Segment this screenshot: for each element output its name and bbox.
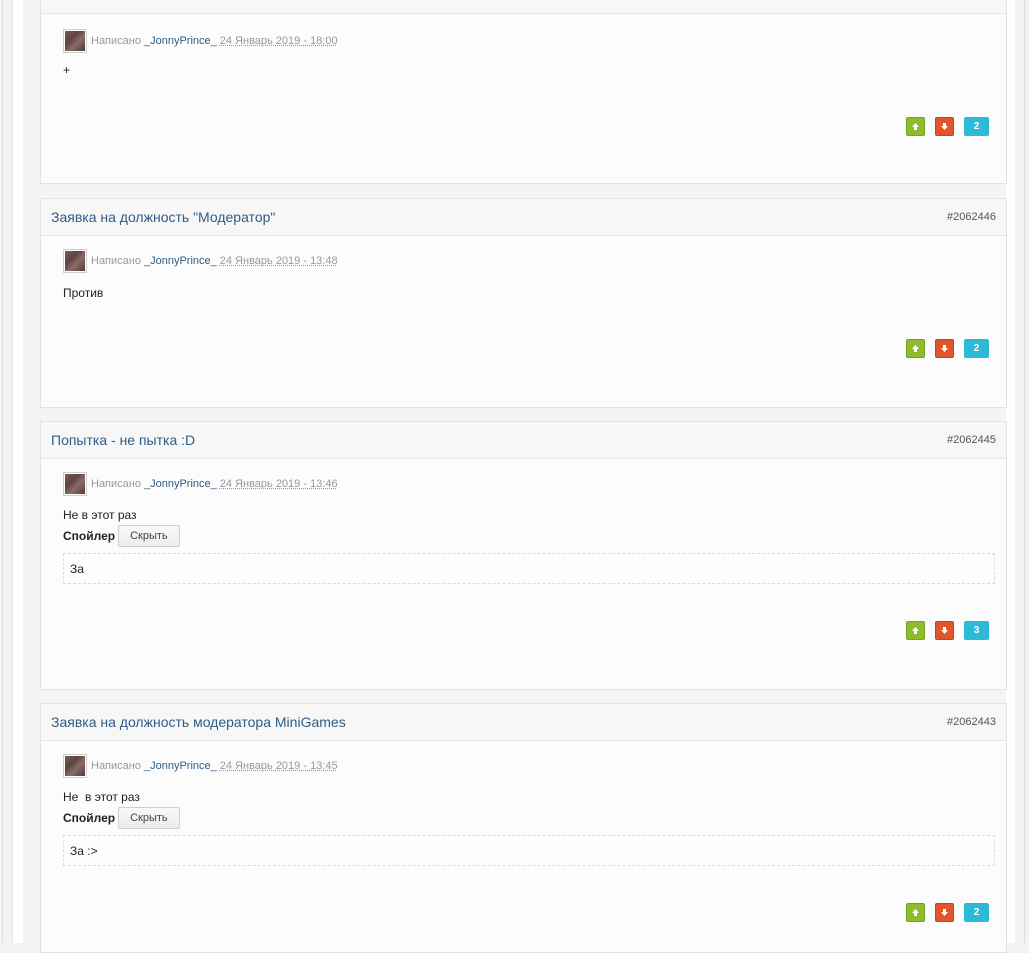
post-title[interactable]: Заявка на должность модератора MiniGames (51, 714, 346, 730)
post-id[interactable]: #2062443 (947, 716, 996, 728)
arrow-down-icon[interactable] (935, 621, 954, 640)
spoiler-content: За (63, 553, 995, 584)
author-link[interactable]: _JonnyPrince_ (144, 35, 217, 47)
post: Заявка на должность "Модератор" #2062446… (40, 198, 1007, 408)
author-link[interactable]: _JonnyPrince_ (144, 255, 217, 267)
spoiler-label: Спойлер (63, 811, 116, 825)
post-date: 24 Январь 2019 - 13:46 (219, 478, 338, 490)
post: Попытка - не пытка :D #2062445 Написано … (40, 421, 1007, 690)
content-wrapper: Написано _JonnyPrince_ 24 Январь 2019 - … (12, 0, 1017, 953)
reputation-count: 2 (964, 117, 989, 136)
post-meta: Написано _JonnyPrince_ 24 Январь 2019 - … (63, 472, 338, 496)
post-date: 24 Январь 2019 - 13:45 (219, 760, 338, 772)
author-link[interactable]: _JonnyPrince_ (144, 478, 217, 490)
post-title[interactable]: Заявка на должность "Модератор" (51, 209, 275, 225)
post-date: 24 Январь 2019 - 18:00 (219, 35, 338, 47)
post-header: Заявка на должность модератора MiniGames… (41, 704, 1006, 741)
reputation-controls: 2 (906, 117, 989, 136)
outer-right-border (1015, 0, 1029, 943)
avatar[interactable] (63, 472, 87, 496)
posted-label: Написано (91, 478, 141, 490)
reputation-count: 3 (964, 621, 989, 640)
spoiler-row: Спойлер Скрыть (63, 807, 180, 829)
post-title[interactable]: Попытка - не пытка :D (51, 432, 195, 448)
arrow-up-icon[interactable] (906, 117, 925, 136)
posted-label: Написано (91, 255, 141, 267)
post-header (41, 0, 1006, 14)
spoiler-row: Спойлер Скрыть (63, 525, 180, 547)
post-id[interactable]: #2062446 (947, 211, 996, 223)
post-header: Заявка на должность "Модератор" #2062446 (41, 199, 1006, 236)
post: Написано _JonnyPrince_ 24 Январь 2019 - … (40, 0, 1007, 184)
reputation-controls: 3 (906, 621, 989, 640)
reputation-controls: 2 (906, 903, 989, 922)
arrow-up-icon[interactable] (906, 621, 925, 640)
post-body: Не в этот раз (63, 508, 137, 522)
posted-label: Написано (91, 760, 141, 772)
post-meta: Написано _JonnyPrince_ 24 Январь 2019 - … (63, 249, 338, 273)
spoiler-label: Спойлер (63, 529, 116, 543)
reputation-count: 2 (964, 903, 989, 922)
avatar[interactable] (63, 29, 87, 53)
arrow-down-icon[interactable] (935, 339, 954, 358)
avatar[interactable] (63, 754, 87, 778)
post-date: 24 Январь 2019 - 13:48 (219, 255, 338, 267)
spoiler-content: За :> (63, 835, 995, 866)
arrow-down-icon[interactable] (935, 903, 954, 922)
post: Заявка на должность модератора MiniGames… (40, 703, 1007, 953)
post-meta: Написано _JonnyPrince_ 24 Январь 2019 - … (63, 29, 338, 53)
spoiler-hide-button[interactable]: Скрыть (118, 525, 180, 547)
avatar[interactable] (63, 249, 87, 273)
post-body: Не в этот раз (63, 790, 140, 804)
spoiler-hide-button[interactable]: Скрыть (118, 807, 180, 829)
post-id[interactable]: #2062445 (947, 434, 996, 446)
arrow-up-icon[interactable] (906, 339, 925, 358)
arrow-up-icon[interactable] (906, 903, 925, 922)
post-header: Попытка - не пытка :D #2062445 (41, 422, 1006, 459)
posts-column: Написано _JonnyPrince_ 24 Январь 2019 - … (23, 0, 1007, 953)
reputation-controls: 2 (906, 339, 989, 358)
post-meta: Написано _JonnyPrince_ 24 Январь 2019 - … (63, 754, 338, 778)
arrow-down-icon[interactable] (935, 117, 954, 136)
author-link[interactable]: _JonnyPrince_ (144, 760, 217, 772)
post-body: Против (63, 286, 104, 300)
post-body: + (63, 63, 71, 77)
posted-label: Написано (91, 35, 141, 47)
reputation-count: 2 (964, 339, 989, 358)
